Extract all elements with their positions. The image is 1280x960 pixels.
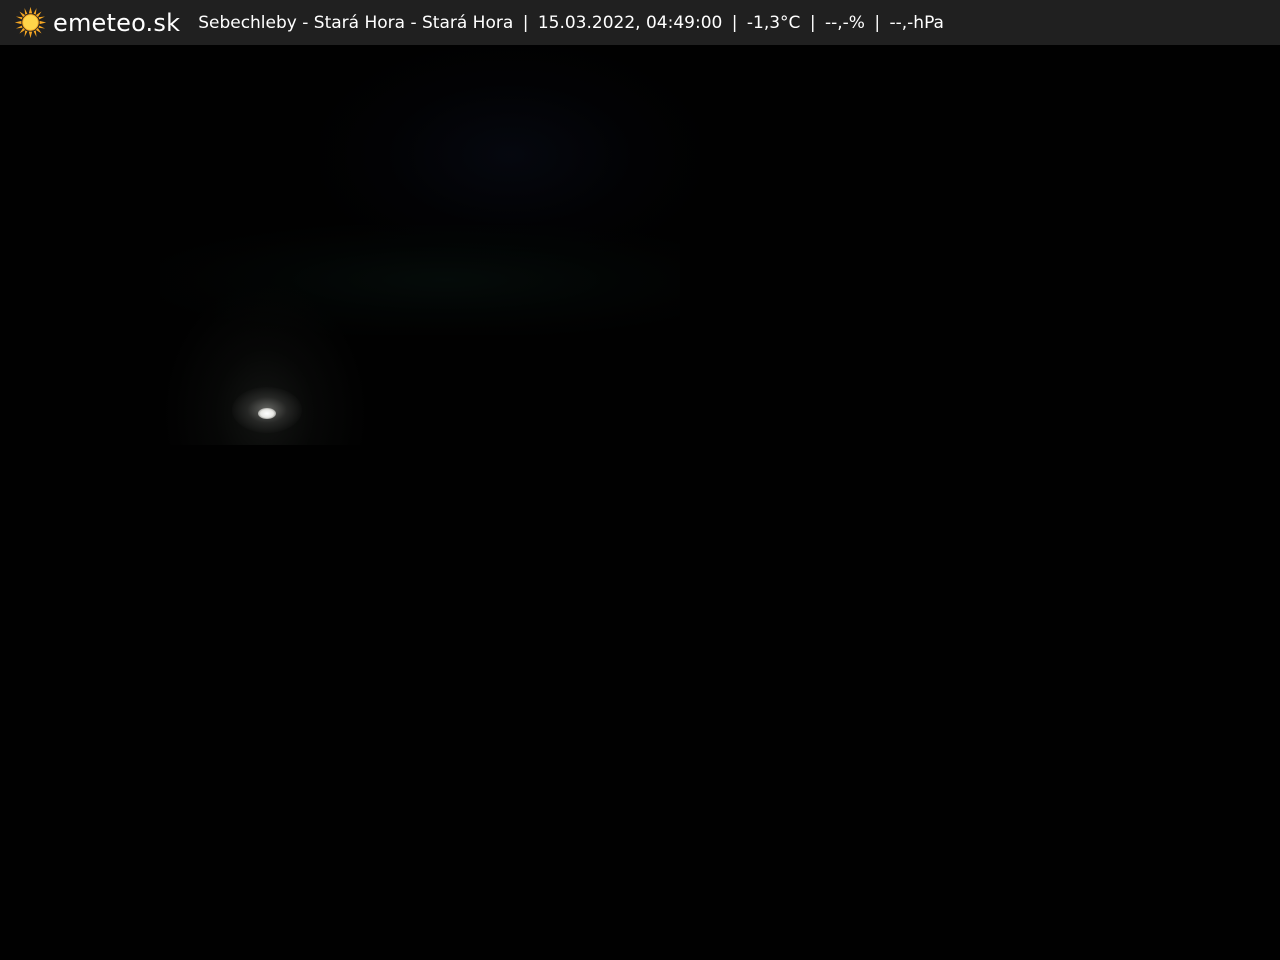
timestamp: 15.03.2022, 04:49:00	[537, 12, 723, 33]
separator: |	[731, 12, 738, 33]
sun-icon	[14, 6, 47, 39]
humidity-value: --,-%	[824, 12, 865, 33]
street-light	[258, 408, 276, 419]
webcam-page: emeteo.sk Sebechleby - Stará Hora - Star…	[0, 0, 1280, 960]
brand-name: emeteo.sk	[53, 8, 181, 37]
webcam-image	[0, 45, 1280, 960]
webcam-caption: Sebechleby - Stará Hora - Stará Hora | 1…	[198, 13, 944, 33]
temperature-value: -1,3°C	[746, 12, 801, 33]
separator: |	[809, 12, 816, 33]
info-bar: emeteo.sk Sebechleby - Stará Hora - Star…	[0, 0, 1280, 45]
pressure-value: --,-hPa	[889, 12, 944, 33]
logo[interactable]: emeteo.sk	[14, 6, 198, 39]
location-name: Sebechleby - Stará Hora - Stará Hora	[198, 12, 514, 33]
separator: |	[522, 12, 529, 33]
separator: |	[874, 12, 881, 33]
